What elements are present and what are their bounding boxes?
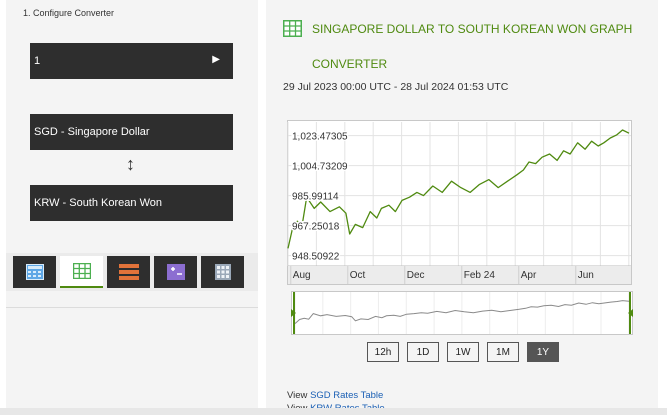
view-label: View <box>287 390 308 401</box>
range-buttons: 12h 1D 1W 1M 1Y <box>367 342 559 362</box>
tool-tabs <box>6 253 258 291</box>
x-tick-label: Dec <box>407 270 425 281</box>
tab-table[interactable] <box>107 256 150 288</box>
sgd-rates-link[interactable]: SGD Rates Table <box>310 390 383 401</box>
tab-plus-minus[interactable] <box>154 256 197 288</box>
swap-vertical-icon[interactable]: ↕ <box>126 155 135 173</box>
converter-panel: 1. Configure Converter 1 ▶ SGD - Singapo… <box>6 0 258 415</box>
graph-panel: SINGAPORE DOLLAR TO SOUTH KOREAN WON GRA… <box>266 0 658 415</box>
rate-chart[interactable]: 1,023.47305 1,004.73209 985.99114 967.25018… <box>287 120 632 290</box>
from-currency-select[interactable]: SGD - Singapore Dollar <box>30 114 233 150</box>
to-currency-select[interactable]: KRW - South Korean Won <box>30 185 233 221</box>
amount-input[interactable]: 1 ▶ <box>30 43 233 79</box>
sgd-rates-row: View SGD Rates Table <box>287 389 385 402</box>
calendar-grid-icon <box>214 264 231 280</box>
chart-navigator[interactable] <box>291 291 633 340</box>
navigator-svg[interactable] <box>291 291 633 335</box>
x-tick-label: Feb 24 <box>464 270 496 281</box>
table-rows-icon <box>118 264 139 280</box>
amount-value: 1 <box>34 55 41 67</box>
date-range: 29 Jul 2023 00:00 UTC - 28 Jul 2024 01:5… <box>283 81 509 93</box>
y-tick-label: 948.50922 <box>292 252 340 263</box>
x-tick-label: Oct <box>350 270 366 281</box>
page: 1. Configure Converter 1 ▶ SGD - Singapo… <box>0 0 667 415</box>
calculator-icon <box>25 264 44 280</box>
y-tick-label: 985.99114 <box>292 192 339 203</box>
graph-title-line2: CONVERTER <box>312 57 388 71</box>
play-icon[interactable]: ▶ <box>212 54 220 65</box>
tab-calculator[interactable] <box>13 256 56 288</box>
grid-chart-icon <box>283 20 302 37</box>
y-tick-label: 1,004.73209 <box>292 162 348 173</box>
x-tick-label: Aug <box>293 270 311 281</box>
graph-title-line1: SINGAPORE DOLLAR TO SOUTH KOREAN WON GRA… <box>312 22 633 36</box>
tab-calendar[interactable] <box>201 256 244 288</box>
range-button-1d[interactable]: 1D <box>407 342 439 362</box>
step-label: 1. Configure Converter <box>23 8 115 18</box>
grid-chart-icon <box>72 263 91 279</box>
bottom-scrollbar[interactable] <box>0 408 667 415</box>
tab-graph[interactable] <box>60 256 103 288</box>
range-button-1w[interactable]: 1W <box>447 342 479 362</box>
x-tick-label: Apr <box>521 270 537 281</box>
range-button-1y[interactable]: 1Y <box>527 342 559 362</box>
range-button-1m[interactable]: 1M <box>487 342 519 362</box>
divider <box>6 307 258 308</box>
y-tick-label: 967.25018 <box>292 222 340 233</box>
rate-chart-svg[interactable]: 1,023.47305 1,004.73209 985.99114 967.25018… <box>287 120 632 285</box>
plus-minus-icon <box>166 264 185 280</box>
y-tick-label: 1,023.47305 <box>292 132 348 143</box>
range-button-12h[interactable]: 12h <box>367 342 399 362</box>
x-tick-label: Jun <box>578 270 594 281</box>
